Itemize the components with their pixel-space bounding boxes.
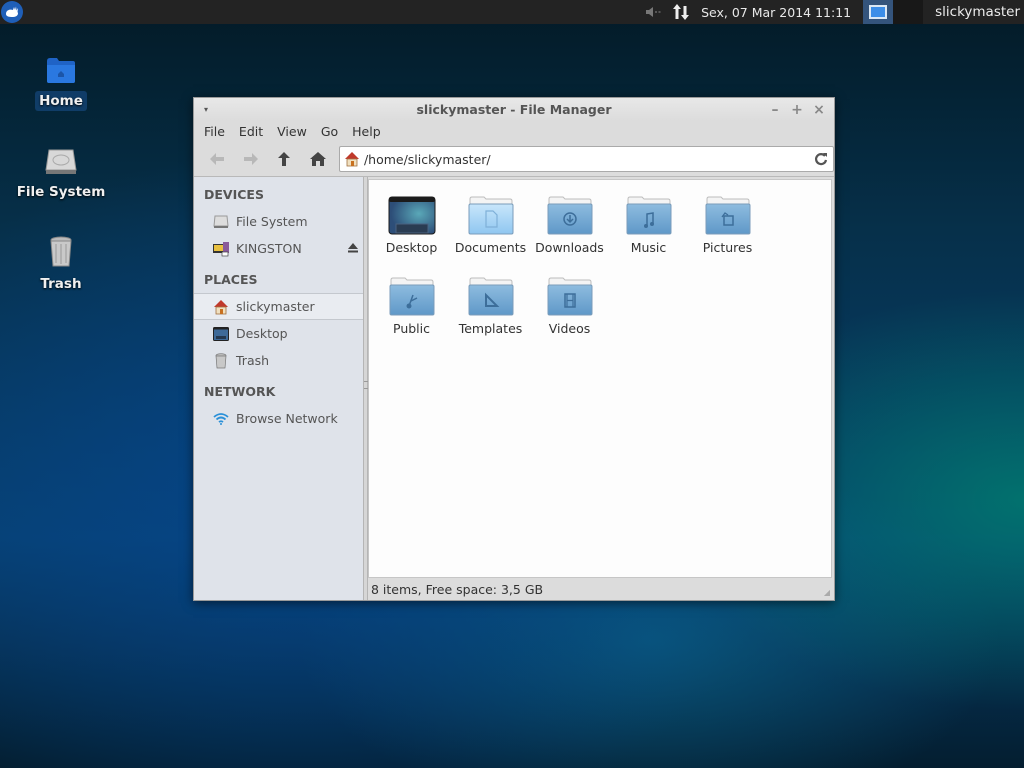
home-icon [214, 299, 228, 314]
desktop-icon-trash[interactable]: Trash [11, 236, 111, 294]
up-arrow-icon [278, 152, 291, 166]
file-item-desktop[interactable]: Desktop [372, 194, 451, 255]
sidebar-item-slickymaster[interactable]: slickymaster [194, 293, 363, 320]
network-transfer-icon[interactable] [667, 3, 695, 21]
harddisk-icon [45, 149, 77, 174]
eject-icon [348, 243, 358, 253]
statusbar: 8 items, Free space: 3,5 GB ◢ [368, 578, 834, 600]
sidebar-item-desktop[interactable]: Desktop [194, 320, 363, 347]
sidebar-item-kingston[interactable]: KINGSTON [194, 235, 363, 262]
file-icon-view[interactable]: Desktop Documents Downloads Music Pictures Pu… [368, 179, 832, 578]
sidebar-item-label: Desktop [236, 326, 288, 341]
wifi-icon [213, 412, 229, 425]
sidebar-item-label: Browse Network [236, 411, 338, 426]
video-folder-icon [547, 277, 592, 316]
reload-icon [815, 153, 828, 166]
file-name: Music [630, 240, 667, 255]
sidebar-item-browse-network[interactable]: Browse Network [194, 405, 363, 432]
menu-view[interactable]: View [270, 124, 314, 139]
desktop-icon-label: File System [16, 184, 106, 200]
window-title: slickymaster - File Manager [416, 102, 612, 117]
file-name: Public [393, 321, 430, 336]
desktop-folder-icon [388, 196, 435, 235]
file-name: Pictures [702, 240, 753, 255]
sidebar-item-file-system[interactable]: File System [194, 208, 363, 235]
reload-button[interactable] [809, 152, 833, 166]
home-icon [344, 152, 359, 167]
menu-go[interactable]: Go [314, 124, 345, 139]
forward-arrow-icon [243, 153, 258, 165]
file-name: Documents [454, 240, 527, 255]
home-folder-icon [47, 58, 75, 83]
up-button[interactable] [267, 145, 301, 173]
menu-help[interactable]: Help [345, 124, 388, 139]
back-button[interactable] [200, 145, 234, 173]
window-titlebar[interactable]: ▾ slickymaster - File Manager – + × [194, 98, 834, 121]
sidebar-section-devices: DEVICES [204, 187, 264, 202]
file-name: Desktop [385, 240, 438, 255]
file-name: Videos [548, 321, 591, 336]
music-folder-icon [626, 196, 671, 235]
file-item-pictures[interactable]: Pictures [688, 194, 767, 255]
location-bar[interactable]: /home/slickymaster/ [338, 146, 835, 172]
file-item-videos[interactable]: Videos [530, 275, 609, 336]
location-path[interactable]: /home/slickymaster/ [364, 152, 809, 167]
desktop-icon-file-system[interactable]: File System [11, 148, 111, 202]
file-item-documents[interactable]: Documents [451, 194, 530, 255]
file-item-music[interactable]: Music [609, 194, 688, 255]
trash-icon [215, 352, 227, 368]
document-folder-icon [468, 196, 513, 235]
sidebar-item-trash[interactable]: Trash [194, 347, 363, 374]
file-manager-window: ▾ slickymaster - File Manager – + × File… [193, 97, 835, 601]
file-name: Templates [458, 321, 523, 336]
trash-icon [50, 236, 72, 267]
sidebar-item-label: slickymaster [236, 299, 315, 314]
harddisk-icon [213, 215, 229, 228]
status-text: 8 items, Free space: 3,5 GB [371, 581, 544, 597]
clock[interactable]: Sex, 07 Mar 2014 11:11 [701, 5, 851, 20]
menu-edit[interactable]: Edit [232, 124, 270, 139]
toolbar: /home/slickymaster/ [194, 142, 835, 176]
desktop-icon-label: Trash [40, 276, 82, 292]
minimize-button[interactable]: – [764, 102, 786, 118]
template-folder-icon [468, 277, 513, 316]
workspace-2-button[interactable] [893, 0, 924, 24]
menubar: File Edit View Go Help [194, 121, 834, 142]
close-button[interactable]: × [808, 102, 830, 118]
file-name: Downloads [535, 240, 604, 255]
volume-muted-icon[interactable] [641, 6, 667, 18]
file-item-templates[interactable]: Templates [451, 275, 530, 336]
resize-grip[interactable]: ◢ [824, 588, 830, 597]
sidebar-section-network: NETWORK [204, 384, 276, 399]
sidebar-section-places: PLACES [204, 272, 258, 287]
maximize-button[interactable]: + [786, 102, 808, 118]
workspace-1-preview [869, 5, 888, 19]
forward-button[interactable] [234, 145, 268, 173]
window-menu-button[interactable]: ▾ [194, 105, 218, 114]
sidebar-item-label: KINGSTON [236, 241, 302, 256]
sidebar-item-label: Trash [236, 353, 270, 368]
back-arrow-icon [209, 153, 224, 165]
desktop-icon-label: Home [35, 91, 87, 111]
desktop-icon-home[interactable]: Home [11, 55, 111, 111]
desktop-icon [213, 326, 229, 341]
download-folder-icon [547, 196, 592, 235]
system-tray: Sex, 07 Mar 2014 11:11 slickymaster [641, 0, 1024, 24]
user-menu[interactable]: slickymaster [935, 4, 1020, 20]
share-folder-icon [389, 277, 434, 316]
file-item-downloads[interactable]: Downloads [530, 194, 609, 255]
applications-menu-button[interactable] [1, 1, 23, 23]
home-button[interactable] [301, 145, 335, 173]
top-panel: Sex, 07 Mar 2014 11:11 slickymaster [0, 0, 1024, 24]
home-icon [310, 152, 327, 166]
pictures-folder-icon [705, 196, 750, 235]
eject-button[interactable] [347, 241, 359, 256]
sidebar: DEVICES File System KINGSTON PLACES slic… [194, 177, 364, 600]
usb-drive-icon [213, 241, 229, 256]
menu-file[interactable]: File [197, 124, 232, 139]
workspace-1-button[interactable] [863, 0, 894, 24]
file-item-public[interactable]: Public [372, 275, 451, 336]
sidebar-item-label: File System [236, 214, 308, 229]
xfce-mouse-icon [6, 6, 18, 17]
